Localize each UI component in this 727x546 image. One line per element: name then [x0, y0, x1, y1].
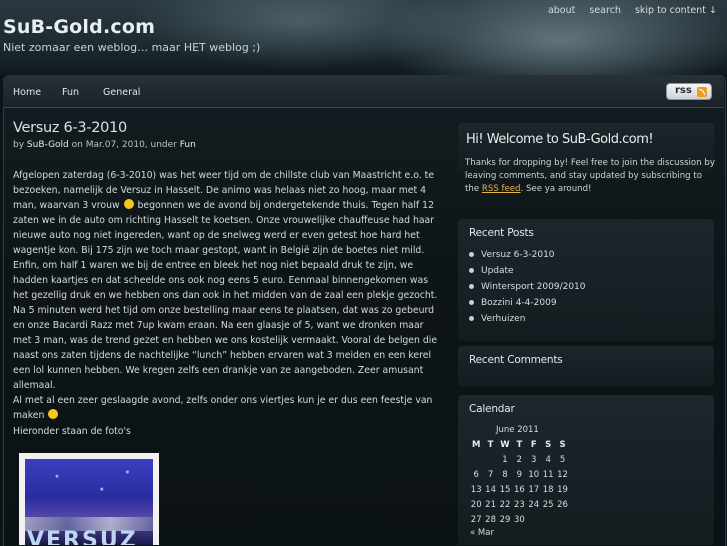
rss-button-label: rss [675, 85, 692, 96]
recent-comments-title: Recent Comments [469, 354, 563, 366]
topnav-about-link[interactable]: about [541, 4, 582, 17]
calendar-day-header: W [500, 439, 510, 450]
photo-text: VERSUZ [27, 528, 138, 545]
calendar-day: 20 [470, 499, 482, 510]
calendar-day [469, 452, 483, 467]
calendar-day: 30 [513, 514, 525, 525]
calendar-day: 16 [513, 484, 525, 495]
post-title[interactable]: Versuz 6-3-2010 [13, 120, 127, 136]
calendar-day: 15 [499, 484, 511, 495]
calendar-week-row: 6 7 8 9 10 11 12 [469, 467, 570, 482]
calendar-day: 10 [528, 469, 540, 480]
top-navigation: about search skip to content ↓ [541, 4, 724, 17]
calendar-day [483, 452, 497, 467]
calendar-day: 9 [516, 469, 523, 480]
calendar-week-row: 13 14 15 16 17 18 19 [469, 482, 570, 497]
calendar-week-row: 12345 [469, 452, 570, 467]
recent-post-item[interactable]: Update [469, 265, 586, 281]
calendar-day: 17 [528, 484, 540, 495]
calendar-day-header: S [559, 439, 566, 450]
calendar-day [555, 512, 569, 527]
calendar-day: 26 [557, 499, 568, 510]
calendar-day: 4 [545, 454, 551, 465]
post-author-link[interactable]: SuB-Gold [27, 140, 69, 150]
recent-post-item[interactable]: Versuz 6-3-2010 [469, 249, 586, 265]
calendar-day: 21 [485, 499, 496, 510]
calendar-day-header: T [516, 439, 523, 450]
site-tagline: Niet zomaar een weblog… maar HET weblog … [3, 41, 261, 54]
meta-by: by [13, 140, 27, 150]
post-paragraph: Enfin, om half 1 waren we bij de entree … [13, 260, 438, 391]
calendar-day: 3 [531, 454, 537, 465]
topnav-skip-link[interactable]: skip to content ↓ [628, 4, 724, 17]
calendar-title: Calendar [469, 403, 515, 415]
post-paragraph: Al met al een zeer geslaagde avond, zelf… [13, 393, 438, 423]
calendar-day: 24 [528, 499, 540, 510]
nav-fun[interactable]: Fun [62, 87, 79, 98]
post-meta: by SuB-Gold on Mar.07, 2010, under Fun [13, 140, 196, 150]
welcome-text: Thanks for dropping by! Feel free to joi… [465, 157, 715, 196]
rss-feed-link[interactable]: RSS feed [482, 184, 521, 194]
rss-feed-icon [697, 87, 707, 97]
recent-posts-title: Recent Posts [469, 227, 534, 239]
calendar-day-header: S [545, 439, 552, 450]
calendar-prev-month-link[interactable]: « Mar [470, 528, 494, 538]
calendar-table: M T W T F S S 12345 6 7 8 9 10 11 12 13 14 15 16 1… [469, 437, 570, 527]
post-category-link[interactable]: Fun [180, 140, 196, 150]
smiley-icon [123, 199, 134, 209]
calendar-day-header: F [530, 439, 537, 450]
calendar-day: 27 [470, 514, 482, 525]
calendar-day: 5 [559, 454, 566, 465]
meta-on: on Mar.07, 2010, under [68, 140, 180, 150]
topnav-search-link[interactable]: search [582, 4, 628, 17]
calendar-day-header: M [471, 439, 481, 450]
calendar-day: 8 [502, 469, 508, 480]
photo-image: VERSUZ [25, 459, 153, 545]
calendar-day [541, 512, 555, 527]
recent-comments-widget: Recent Comments [458, 346, 714, 386]
recent-post-item[interactable]: Bozzini 4-4-2009 [469, 297, 586, 313]
post-text-4: Al met al een zeer geslaagde avond, zelf… [13, 395, 433, 421]
post-paragraph: Afgelopen zaterdag (6-3-2010) was het we… [13, 168, 438, 258]
calendar-month: June 2011 [496, 425, 539, 435]
calendar-day: 12 [557, 469, 568, 480]
calendar-week-row: 27 28 29 30 [469, 512, 570, 527]
site-title[interactable]: SuB-Gold.com [3, 16, 155, 38]
calendar-day: 6 [473, 469, 479, 480]
calendar-day: 1 [502, 454, 508, 465]
recent-posts-list: Versuz 6-3-2010 Update Wintersport 2009/… [469, 249, 586, 329]
calendar-day: 25 [542, 499, 554, 510]
calendar-day: 19 [557, 484, 568, 495]
calendar-day: 13 [470, 484, 482, 495]
calendar-day-header: T [487, 439, 494, 450]
welcome-title: Hi! Welcome to SuB-Gold.com! [466, 132, 654, 147]
nav-home[interactable]: Home [13, 87, 41, 98]
welcome-text-after: . See ya around! [520, 184, 592, 194]
calendar-day: 14 [485, 484, 496, 495]
post-content: Afgelopen zaterdag (6-3-2010) was het we… [13, 168, 438, 423]
calendar-day: 28 [485, 514, 496, 525]
calendar-day: 2 [516, 454, 523, 465]
nav-general[interactable]: General [103, 87, 140, 98]
calendar-day: 18 [542, 484, 554, 495]
smiley-icon [48, 409, 59, 419]
rss-button[interactable]: rss [666, 83, 712, 100]
photo-thumbnail[interactable]: VERSUZ [19, 453, 159, 545]
calendar-day: 22 [499, 499, 511, 510]
calendar-day: 11 [542, 469, 554, 480]
calendar-day: 29 [499, 514, 511, 525]
recent-post-item[interactable]: Wintersport 2009/2010 [469, 281, 586, 297]
photos-label: Hieronder staan de foto's [13, 426, 131, 437]
calendar-day: 23 [513, 499, 525, 510]
calendar-header-row: M T W T F S S [469, 437, 570, 452]
recent-post-item[interactable]: Verhuizen [469, 313, 586, 329]
calendar-week-row: 20 21 22 23 24 25 26 [469, 497, 570, 512]
calendar-day: 7 [487, 469, 494, 480]
calendar-day [527, 512, 541, 527]
